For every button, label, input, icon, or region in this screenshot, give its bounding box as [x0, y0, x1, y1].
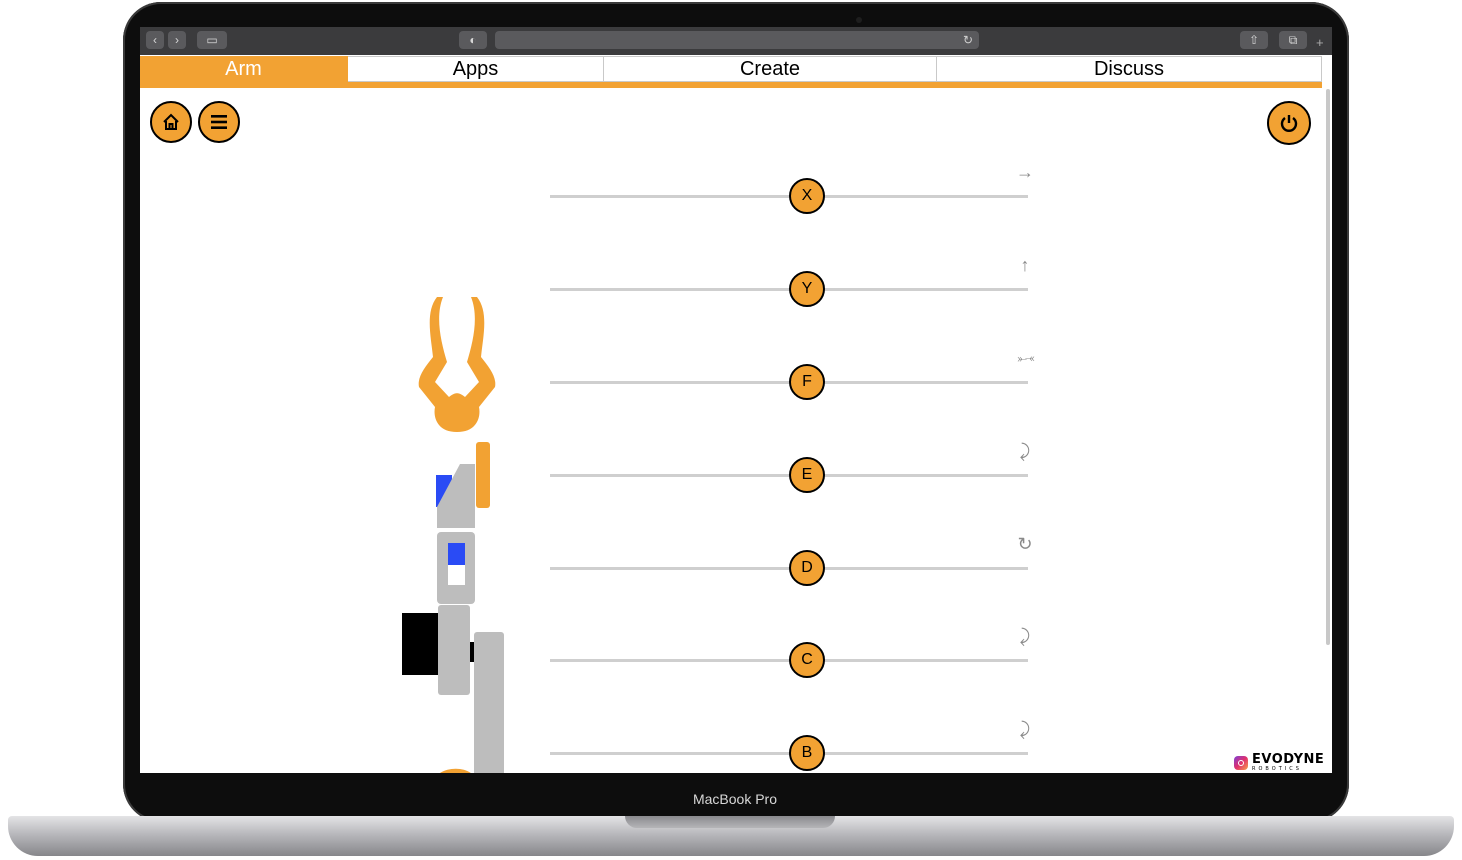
servo-connector: [470, 642, 474, 662]
servo-motor: [402, 613, 438, 675]
gripper-icon: [418, 297, 496, 432]
new-tab-icon[interactable]: +: [1316, 35, 1324, 50]
home-button[interactable]: [150, 101, 192, 143]
slider-thumb-b[interactable]: B: [789, 735, 825, 771]
scrollbar[interactable]: [1326, 89, 1330, 645]
sidebar-icon[interactable]: ▭: [197, 31, 227, 49]
rotate-arc-icon: ⤸: [1019, 626, 1031, 646]
browser-window: ‹ › ▭ ◐ ↻ ⇧ ⧉ + Arm Apps Create Discuss: [140, 27, 1332, 773]
menu-button[interactable]: [198, 101, 240, 143]
arrow-right-icon: →: [1016, 162, 1034, 182]
slider-x[interactable]: X →: [550, 162, 1040, 214]
tab-arm[interactable]: Arm: [140, 56, 348, 82]
elbow-segment: [438, 605, 470, 695]
main-nav-tabs: Arm Apps Create Discuss: [140, 56, 1322, 82]
tab-apps[interactable]: Apps: [348, 56, 604, 82]
brand-logo[interactable]: EVODYNE ROBOTICS: [1234, 752, 1325, 772]
forearm-marker-blue: [448, 543, 465, 565]
share-icon[interactable]: ⇧: [1240, 31, 1268, 49]
slider-f[interactable]: F ⤜⤛: [550, 351, 1040, 400]
rotate-arc-icon: ⤸: [1019, 719, 1031, 739]
back-icon[interactable]: ‹: [146, 31, 164, 49]
slider-thumb-d[interactable]: D: [789, 550, 825, 586]
hamburger-menu-icon: [211, 115, 227, 129]
instagram-icon[interactable]: [1234, 756, 1248, 770]
slider-y[interactable]: Y ↑: [550, 255, 1040, 307]
camera: [856, 17, 862, 23]
base-joint: [440, 768, 471, 773]
laptop-base-notch: [625, 816, 835, 828]
reload-icon[interactable]: ↻: [963, 31, 973, 49]
gripper-squeeze-icon: ⤜⤛: [1017, 351, 1034, 365]
rotate-arc-icon: ⤸: [1019, 441, 1031, 461]
forearm-marker-white: [448, 565, 465, 585]
slider-thumb-x[interactable]: X: [789, 178, 825, 214]
tab-underline: [140, 82, 1322, 88]
tab-create[interactable]: Create: [604, 56, 937, 82]
device-model-label: MacBook Pro: [692, 791, 778, 807]
power-icon: [1280, 115, 1298, 132]
brand-title: EVODYNE: [1252, 752, 1325, 767]
tabs-overview-icon[interactable]: ⧉: [1279, 31, 1307, 49]
rotate-circle-icon: ↻: [1017, 534, 1033, 554]
power-button[interactable]: [1267, 101, 1311, 145]
slider-b[interactable]: B ⤸: [550, 719, 1040, 771]
slider-d[interactable]: D ↻: [550, 534, 1040, 586]
gripper-rod: [476, 442, 490, 508]
slider-thumb-f[interactable]: F: [789, 364, 825, 400]
tab-discuss[interactable]: Discuss: [937, 56, 1322, 82]
arrow-up-icon: ↑: [1020, 255, 1030, 275]
robot-arm-illustration: [402, 297, 504, 773]
slider-thumb-c[interactable]: C: [789, 642, 825, 678]
forward-icon[interactable]: ›: [168, 31, 186, 49]
slider-c[interactable]: C ⤸: [550, 626, 1040, 678]
slider-e[interactable]: E ⤸: [550, 441, 1040, 493]
upper-arm-segment: [474, 632, 504, 773]
shield-icon[interactable]: ◐: [459, 31, 487, 49]
slider-thumb-y[interactable]: Y: [789, 271, 825, 307]
slider-thumb-e[interactable]: E: [789, 457, 825, 493]
address-bar[interactable]: ↻: [495, 31, 979, 49]
home-icon: [163, 113, 179, 130]
browser-toolbar: ‹ › ▭ ◐ ↻ ⇧ ⧉ +: [140, 27, 1332, 55]
brand-name: EVODYNE ROBOTICS: [1252, 752, 1325, 772]
